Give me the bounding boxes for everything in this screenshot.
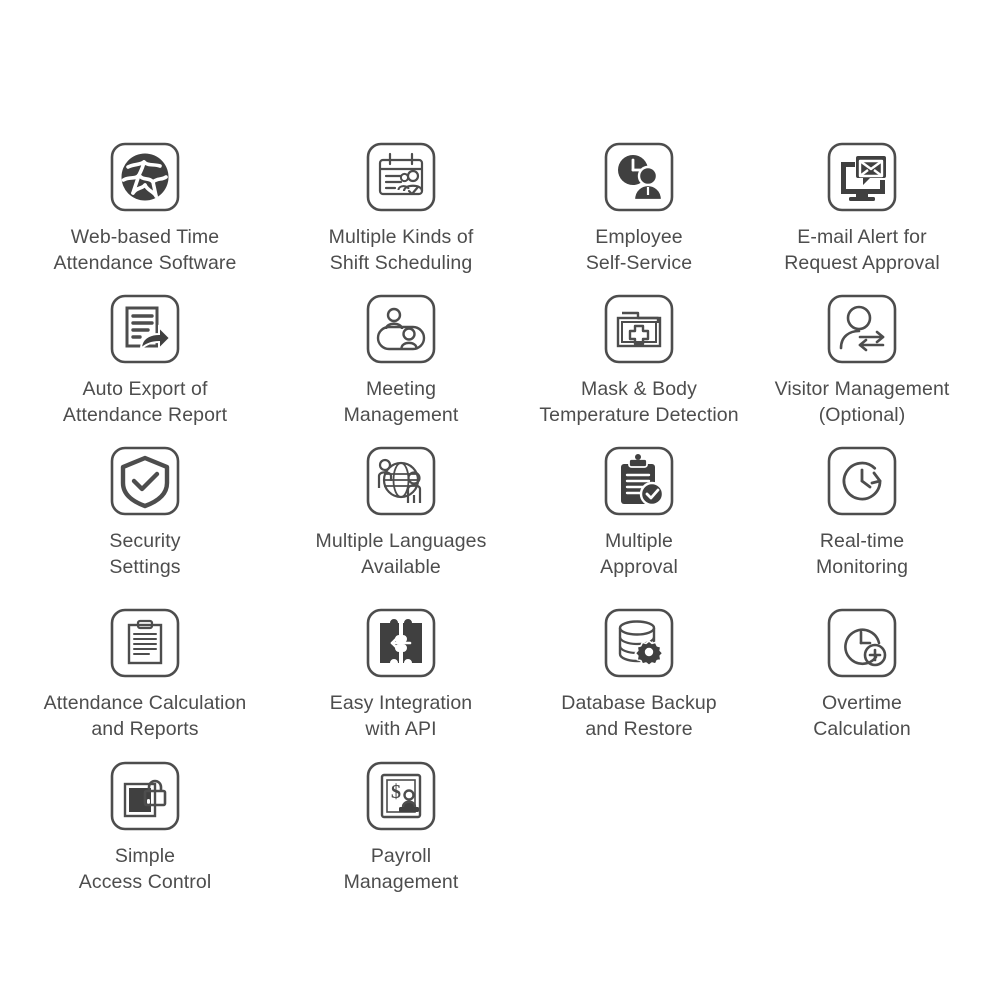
- feature-label: Attendance Calculation and Reports: [43, 692, 247, 740]
- feature-label: Easy Integration with API: [329, 692, 473, 740]
- feature-label: Employee Self-Service: [585, 226, 693, 274]
- feature-label: Mask & Body Temperature Detection: [539, 378, 739, 426]
- monitor-email-icon: [827, 142, 897, 212]
- feature-label: Meeting Management: [343, 378, 459, 426]
- feature-label: Simple Access Control: [78, 845, 212, 893]
- feature-item-multiple-languages-available[interactable]: Multiple Languages Available: [276, 443, 526, 580]
- feature-item-security-settings[interactable]: Security Settings: [20, 443, 270, 580]
- clock-refresh-icon: [827, 446, 897, 516]
- globe-people-icon: [366, 446, 436, 516]
- feature-item-attendance-calculation-and-reports[interactable]: Attendance Calculation and Reports: [20, 605, 270, 742]
- feature-label: Multiple Languages Available: [315, 530, 487, 578]
- shield-check-icon: [110, 446, 180, 516]
- medical-kit-icon: [604, 294, 674, 364]
- feature-item-multiple-approval[interactable]: Multiple Approval: [514, 443, 764, 580]
- feature-item-payroll-management[interactable]: $ Payroll Management: [276, 758, 526, 895]
- feature-item-meeting-management[interactable]: Meeting Management: [276, 291, 526, 428]
- feature-item-easy-integration-with-api[interactable]: Easy Integration with API: [276, 605, 526, 742]
- feature-label: Database Backup and Restore: [561, 692, 717, 740]
- feature-label: Web-based Time Attendance Software: [53, 226, 237, 274]
- feature-label: Security Settings: [109, 530, 181, 578]
- feature-label: Multiple Kinds of Shift Scheduling: [328, 226, 474, 274]
- document-export-icon: [110, 294, 180, 364]
- payroll-dollar-icon: $: [366, 761, 436, 831]
- clipboard-lines-icon: [110, 608, 180, 678]
- clipboard-check-icon: [604, 446, 674, 516]
- feature-item-real-time-monitoring[interactable]: Real-time Monitoring: [737, 443, 987, 580]
- meeting-table-icon: [366, 294, 436, 364]
- feature-item-email-alert-for-request-approval[interactable]: E-mail Alert for Request Approval: [737, 139, 987, 276]
- feature-label: Visitor Management (Optional): [774, 378, 950, 426]
- database-gear-icon: [604, 608, 674, 678]
- feature-item-overtime-calculation[interactable]: Overtime Calculation: [737, 605, 987, 742]
- feature-label: Multiple Approval: [600, 530, 678, 578]
- svg-text:$: $: [391, 781, 401, 803]
- feature-label: Auto Export of Attendance Report: [62, 378, 228, 426]
- feature-grid: Web-based Time Attendance Software Multi…: [0, 0, 1000, 1000]
- calendar-schedule-icon: [363, 139, 439, 215]
- clock-person-icon: [604, 142, 674, 212]
- feature-item-simple-access-control[interactable]: Simple Access Control: [20, 758, 270, 895]
- feature-item-web-based-time-attendance-software[interactable]: Web-based Time Attendance Software: [20, 139, 270, 276]
- clock-plus-icon: [827, 608, 897, 678]
- feature-item-database-backup-and-restore[interactable]: Database Backup and Restore: [514, 605, 764, 742]
- feature-item-multiple-kinds-of-shift-scheduling[interactable]: Multiple Kinds of Shift Scheduling: [276, 139, 526, 276]
- feature-label: Payroll Management: [343, 845, 459, 893]
- feature-label: Overtime Calculation: [813, 692, 911, 740]
- feature-label: Real-time Monitoring: [815, 530, 909, 578]
- feature-item-mask-and-body-temperature-detection[interactable]: Mask & Body Temperature Detection: [514, 291, 764, 428]
- feature-item-visitor-management-optional[interactable]: Visitor Management (Optional): [737, 291, 987, 428]
- door-lock-icon: [110, 761, 180, 831]
- feature-item-employee-self-service[interactable]: Employee Self-Service: [514, 139, 764, 276]
- visitor-exchange-icon: [827, 294, 897, 364]
- globe-icon: [107, 139, 183, 215]
- feature-label: E-mail Alert for Request Approval: [784, 226, 940, 274]
- feature-item-auto-export-of-attendance-report[interactable]: Auto Export of Attendance Report: [20, 291, 270, 428]
- puzzle-integration-icon: [366, 608, 436, 678]
